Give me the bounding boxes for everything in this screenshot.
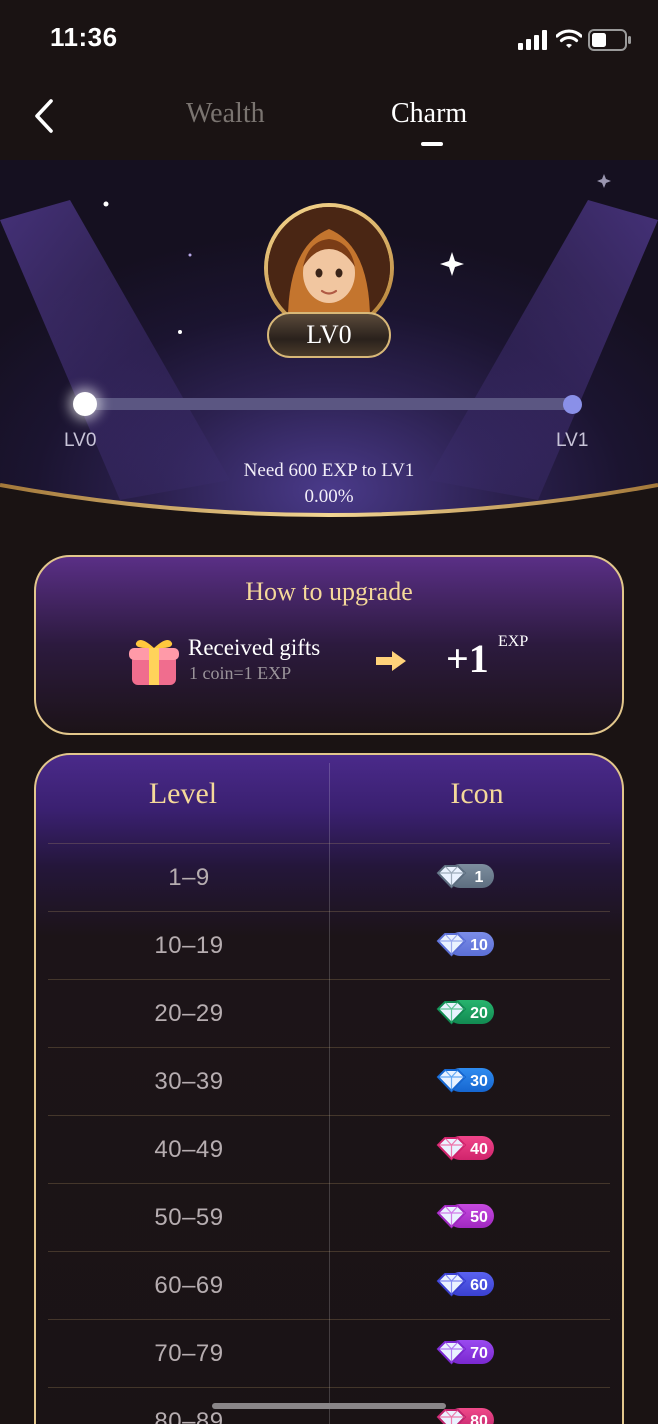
level-badge-number: 50 [470, 1209, 488, 1226]
avatar-portrait-icon [268, 207, 390, 329]
level-badge-number: 10 [470, 937, 488, 954]
level-badge-icon: 50 [436, 1204, 494, 1229]
header-icon: Icon [450, 777, 504, 810]
level-badge-number: 30 [470, 1073, 488, 1090]
level-badge-number: 1 [475, 869, 484, 886]
back-arrow-icon[interactable] [30, 96, 60, 136]
level-table: Level Icon 1–9 1 10–19 10 20–29 20 30–39 30 40–4… [34, 753, 624, 1424]
level-range: 70–79 [154, 1340, 224, 1367]
table-row: 30–39 30 [48, 1047, 610, 1115]
level-badge: LV0 [267, 312, 391, 358]
level-badge-icon: 10 [436, 932, 494, 957]
wifi-icon [556, 29, 582, 48]
active-tab-indicator [421, 142, 443, 146]
level-badge-icon: 1 [436, 864, 494, 889]
upgrade-card: How to upgrade Received gifts 1 coin=1 E… [34, 555, 624, 735]
level-range: 60–69 [154, 1272, 224, 1299]
table-row: 40–49 40 [48, 1115, 610, 1183]
level-badge-number: 70 [470, 1345, 488, 1362]
level-range: 30–39 [154, 1068, 224, 1095]
tab-wealth[interactable]: Wealth [186, 98, 265, 130]
gift-icon [129, 639, 179, 685]
level-badge-number: 60 [470, 1277, 488, 1294]
table-row: 60–69 60 [48, 1251, 610, 1319]
level-range: 50–59 [154, 1204, 224, 1231]
home-indicator [212, 1403, 446, 1409]
table-row: 50–59 50 [48, 1183, 610, 1251]
level-range: 10–19 [154, 932, 224, 959]
level-progress-bar [84, 398, 574, 410]
level-badge-number: 20 [470, 1005, 488, 1022]
level-badge-icon: 30 [436, 1068, 494, 1093]
exp-gain-unit: EXP [498, 633, 529, 650]
table-row: 10–19 10 [48, 911, 610, 979]
exp-needed-text: Need 600 EXP to LV1 [243, 460, 415, 481]
table-row: 1–9 1 [48, 843, 610, 911]
level-range: 40–49 [154, 1136, 224, 1163]
upgrade-method: Received gifts [188, 635, 321, 660]
status-time: 11:36 [50, 22, 118, 52]
header-level: Level [148, 777, 218, 810]
upgrade-title: How to upgrade [245, 577, 413, 606]
progress-start-label: LV0 [64, 430, 97, 451]
level-badge-icon: 40 [436, 1136, 494, 1161]
level-badge-number: 40 [470, 1141, 488, 1158]
exp-gain: +1 [446, 636, 489, 681]
progress-end-dot [563, 395, 582, 414]
battery-icon [588, 29, 631, 51]
level-badge-icon: 20 [436, 1000, 494, 1025]
upgrade-rate: 1 coin=1 EXP [189, 663, 292, 683]
level-range: 1–9 [168, 864, 210, 891]
level-badge-icon: 60 [436, 1272, 494, 1297]
cellular-signal-icon [518, 30, 547, 50]
level-range: 20–29 [154, 1000, 224, 1027]
tab-charm[interactable]: Charm [391, 98, 467, 130]
level-badge-icon: 70 [436, 1340, 494, 1365]
progress-end-label: LV1 [556, 430, 589, 451]
status-bar: 11:36 [0, 0, 658, 80]
level-badge-number: 80 [470, 1413, 488, 1424]
table-row: 20–29 20 [48, 979, 610, 1047]
progress-start-dot [73, 392, 97, 416]
table-row: 70–79 70 [48, 1319, 610, 1387]
arrow-right-icon [376, 651, 406, 671]
progress-percent: 0.00% [304, 486, 354, 507]
